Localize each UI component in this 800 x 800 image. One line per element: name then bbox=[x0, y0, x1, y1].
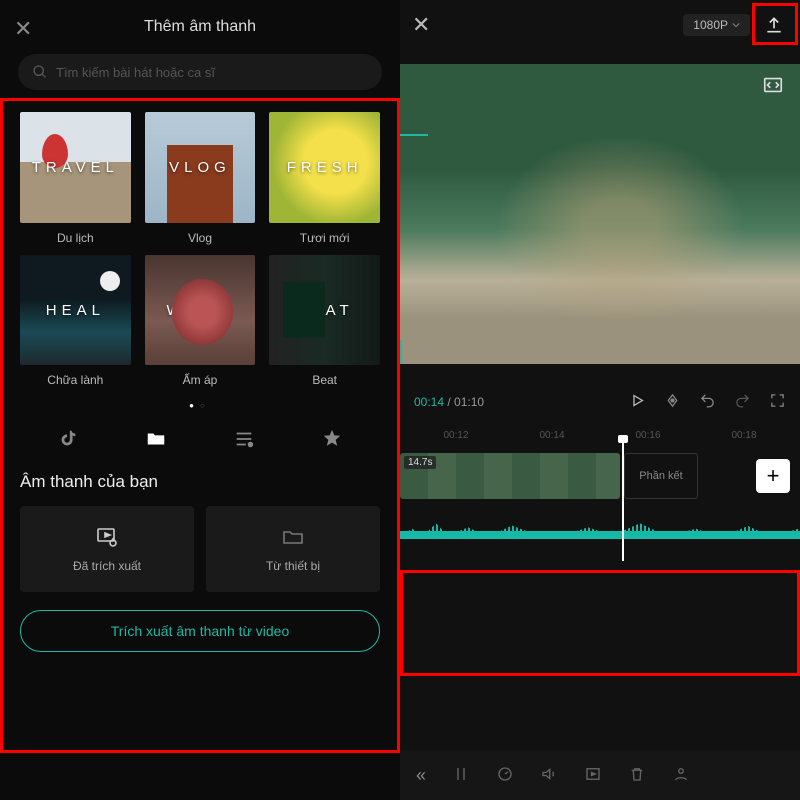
extract-audio-button[interactable]: Trích xuất âm thanh từ video bbox=[20, 610, 380, 652]
page-dots[interactable]: ●○ bbox=[0, 401, 400, 410]
search-icon bbox=[32, 64, 48, 80]
speed-icon[interactable] bbox=[496, 765, 514, 786]
tab-tiktok[interactable] bbox=[57, 428, 79, 450]
source-device-label: Từ thiết bị bbox=[266, 559, 320, 573]
playhead[interactable] bbox=[622, 437, 624, 561]
fullscreen-button[interactable] bbox=[769, 392, 786, 412]
timeline[interactable]: 14.7s Phần kết + bbox=[400, 449, 800, 559]
upload-icon bbox=[764, 15, 784, 35]
category-label: Beat bbox=[312, 373, 337, 387]
volume-icon[interactable] bbox=[540, 765, 558, 786]
flip-icon[interactable] bbox=[762, 74, 790, 102]
close-icon[interactable]: ✕ bbox=[412, 12, 430, 38]
category-thumb: TRAVEL bbox=[20, 112, 131, 223]
source-device[interactable]: Từ thiết bị bbox=[206, 506, 380, 592]
page-title: Thêm âm thanh bbox=[144, 18, 256, 36]
play-button[interactable] bbox=[629, 392, 646, 412]
split-icon[interactable] bbox=[452, 765, 470, 786]
category-thumb: HEAL bbox=[20, 255, 131, 366]
tab-list[interactable] bbox=[233, 428, 255, 450]
category-card[interactable]: WARM Ấm áp bbox=[145, 255, 256, 388]
category-overlay: HEAL bbox=[20, 255, 131, 366]
category-label: Chữa lành bbox=[47, 373, 103, 387]
tab-folder[interactable] bbox=[145, 428, 167, 450]
source-extracted[interactable]: Đã trích xuất bbox=[20, 506, 194, 592]
ruler-tick: 00:16 bbox=[600, 430, 696, 441]
folder-icon bbox=[281, 525, 305, 549]
highlight-box bbox=[400, 570, 800, 676]
end-clip[interactable]: Phần kết bbox=[624, 453, 698, 499]
tab-favorite[interactable] bbox=[321, 428, 343, 450]
clip-duration: 14.7s bbox=[404, 456, 436, 469]
search-placeholder: Tìm kiếm bài hát hoặc ca sĩ bbox=[56, 65, 215, 80]
category-overlay: VLOG bbox=[145, 112, 256, 223]
ruler-tick: 00:12 bbox=[408, 430, 504, 441]
category-card[interactable]: BEAT Beat bbox=[269, 255, 380, 388]
category-thumb: FRESH bbox=[269, 112, 380, 223]
category-label: Tươi mới bbox=[300, 231, 350, 245]
audio-track[interactable] bbox=[400, 505, 800, 539]
category-card[interactable]: TRAVEL Du lịch bbox=[20, 112, 131, 245]
category-label: Du lịch bbox=[57, 231, 94, 245]
category-thumb: VLOG bbox=[145, 112, 256, 223]
export-button[interactable] bbox=[760, 11, 788, 39]
search-input[interactable]: Tìm kiếm bài hát hoặc ca sĩ bbox=[18, 54, 382, 90]
category-label: Ấm áp bbox=[183, 373, 218, 387]
time-display: 00:14 / 01:10 bbox=[414, 395, 484, 409]
category-overlay: BEAT bbox=[269, 255, 380, 366]
category-card[interactable]: VLOG Vlog bbox=[145, 112, 256, 245]
category-overlay: FRESH bbox=[269, 112, 380, 223]
resolution-selector[interactable]: 1080P bbox=[683, 14, 750, 36]
category-thumb: BEAT bbox=[269, 255, 380, 366]
your-audio-title: Âm thanh của bạn bbox=[0, 468, 400, 506]
video-extract-icon bbox=[95, 525, 119, 549]
category-thumb: WARM bbox=[145, 255, 256, 366]
delete-icon[interactable] bbox=[628, 765, 646, 786]
ruler-tick: 00:18 bbox=[696, 430, 792, 441]
ruler-tick: 00:14 bbox=[504, 430, 600, 441]
source-extracted-label: Đã trích xuất bbox=[73, 559, 141, 573]
bottom-toolbar: « bbox=[400, 750, 800, 800]
category-label: Vlog bbox=[188, 231, 212, 245]
category-card[interactable]: HEAL Chữa lành bbox=[20, 255, 131, 388]
collapse-icon[interactable]: « bbox=[416, 765, 426, 786]
undo-button[interactable] bbox=[699, 392, 716, 412]
chevron-down-icon bbox=[732, 21, 740, 29]
video-preview[interactable] bbox=[400, 64, 800, 364]
redo-button[interactable] bbox=[734, 392, 751, 412]
category-overlay: TRAVEL bbox=[20, 112, 131, 223]
video-clip[interactable]: 14.7s bbox=[400, 453, 620, 499]
person-icon[interactable] bbox=[672, 765, 690, 786]
timeline-ruler[interactable]: 00:1200:1400:1600:18 bbox=[400, 420, 800, 447]
close-icon[interactable]: ✕ bbox=[14, 16, 32, 42]
add-clip-button[interactable]: + bbox=[756, 459, 790, 493]
category-card[interactable]: FRESH Tươi mới bbox=[269, 112, 380, 245]
category-overlay: WARM bbox=[145, 255, 256, 366]
keyframe-button[interactable] bbox=[664, 392, 681, 412]
pip-icon[interactable] bbox=[584, 765, 602, 786]
